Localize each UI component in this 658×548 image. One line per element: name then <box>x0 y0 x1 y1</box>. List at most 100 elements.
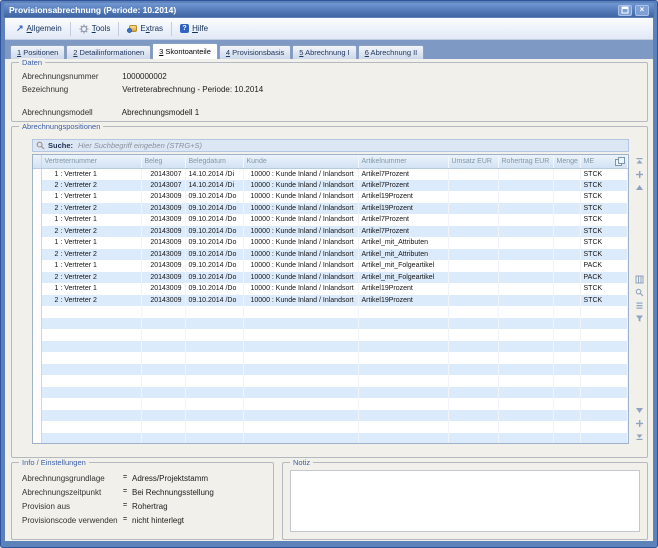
empty-table-row <box>33 329 628 341</box>
sum-button[interactable] <box>635 301 644 310</box>
menu-item-allgemein[interactable]: ↗Allgemein <box>9 21 69 36</box>
menu-item-label: Extras <box>140 24 163 33</box>
table-row[interactable]: 1 : Vertreter 12014300909.10.2014 /Do100… <box>33 283 628 295</box>
row-indicator <box>33 249 41 261</box>
restore-window-button[interactable] <box>618 5 632 16</box>
page-down-button[interactable] <box>635 419 644 428</box>
positions-table: VertreternummerBelegBelegdatumKundeArtik… <box>32 154 629 444</box>
cell-umsatz <box>448 237 498 249</box>
cell-kunde: 10000 : Kunde Inland / Inlandsort <box>243 191 358 203</box>
empty-table-row <box>33 306 628 318</box>
tab-1-positionen[interactable]: 1 Positionen <box>10 45 65 59</box>
grid-search-button[interactable] <box>635 288 644 297</box>
table-row[interactable]: 2 : Vertreter 22014300909.10.2014 /Do100… <box>33 272 628 284</box>
table-row[interactable]: 1 : Vertreter 12014300909.10.2014 /Do100… <box>33 214 628 226</box>
cell-umsatz <box>448 249 498 261</box>
menu-item-label: Hilfe <box>192 24 208 33</box>
menu-item-extras[interactable]: Extras <box>120 21 170 36</box>
table-row[interactable]: 1 : Vertreter 12014300909.10.2014 /Do100… <box>33 237 628 249</box>
cell-datum: 09.10.2014 /Do <box>185 237 243 249</box>
row-indicator <box>33 387 41 399</box>
cell-kunde: 10000 : Kunde Inland / Inlandsort <box>243 260 358 272</box>
empty-table-row <box>33 352 628 364</box>
field-label: Bezeichnung <box>22 85 120 94</box>
cell-artikel: Artikel19Prozent <box>358 295 448 307</box>
column-header-menge[interactable]: Menge <box>553 155 580 168</box>
tab-4-provisionsbasis[interactable]: 4 Provisionsbasis <box>219 45 291 59</box>
empty-table-row <box>33 341 628 353</box>
field-value: Abrechnungsmodell 1 <box>122 108 199 117</box>
column-header-beleg[interactable]: Beleg <box>141 155 185 168</box>
cell-me: STCK <box>580 226 628 238</box>
cell-kunde: 10000 : Kunde Inland / Inlandsort <box>243 237 358 249</box>
tab-3-skontoanteile[interactable]: 3 Skontoanteile <box>152 43 218 59</box>
menu-item-hilfe[interactable]: ?Hilfe <box>173 21 215 36</box>
cell-menge <box>553 260 580 272</box>
cell-rohertrag <box>498 168 553 180</box>
table-row[interactable]: 1 : Vertreter 12014300714.10.2014 /Di100… <box>33 168 628 180</box>
info-row-abrechnungszeitpunkt: Abrechnungszeitpunkt = Bei Rechnungsstel… <box>22 488 267 497</box>
bullet-icon: = <box>118 516 132 525</box>
table-row[interactable]: 1 : Vertreter 12014300909.10.2014 /Do100… <box>33 260 628 272</box>
close-window-button[interactable]: × <box>635 5 649 16</box>
column-header-rohertrag-eur[interactable]: Rohertrag EUR <box>498 155 553 168</box>
filter-button[interactable] <box>635 314 644 323</box>
columns-view-button[interactable] <box>635 275 644 284</box>
cell-beleg: 20143009 <box>141 237 185 249</box>
info-label: Provisionscode verwenden <box>22 516 118 525</box>
column-header-kunde[interactable]: Kunde <box>243 155 358 168</box>
gear-icon <box>79 24 89 34</box>
search-bar[interactable]: Suche: <box>32 139 629 152</box>
cell-me: STCK <box>580 191 628 203</box>
row-indicator <box>33 375 41 387</box>
column-header-umsatz-eur[interactable]: Umsatz EUR <box>448 155 498 168</box>
cell-umsatz <box>448 180 498 192</box>
table-row[interactable]: 2 : Vertreter 22014300909.10.2014 /Do100… <box>33 295 628 307</box>
tab-strip: 1 Positionen2 Detailinformationen3 Skont… <box>5 40 653 59</box>
table-row[interactable]: 2 : Vertreter 22014300909.10.2014 /Do100… <box>33 249 628 261</box>
cell-umsatz <box>448 295 498 307</box>
menu-item-label: Allgemein <box>27 24 62 33</box>
info-einstellungen-groupbox: Info / Einstellungen Abrechnungsgrundlag… <box>11 462 274 540</box>
row-indicator <box>33 329 41 341</box>
cell-umsatz <box>448 168 498 180</box>
table-row[interactable]: 1 : Vertreter 12014300909.10.2014 /Do100… <box>33 191 628 203</box>
column-header-artikelnummer[interactable]: Artikelnummer <box>358 155 448 168</box>
tab-5-abrechnung-i[interactable]: 5 Abrechnung I <box>292 45 356 59</box>
table-row[interactable]: 2 : Vertreter 22014300909.10.2014 /Do100… <box>33 226 628 238</box>
cell-rohertrag <box>498 237 553 249</box>
column-header-belegdatum[interactable]: Belegdatum <box>185 155 243 168</box>
scroll-up-button[interactable] <box>635 183 644 192</box>
daten-legend: Daten <box>19 58 45 67</box>
menu-separator <box>171 22 172 36</box>
search-input[interactable] <box>78 141 625 150</box>
scroll-to-top-button[interactable] <box>635 157 644 166</box>
cell-vertreter: 2 : Vertreter 2 <box>41 272 141 284</box>
cell-me: STCK <box>580 283 628 295</box>
menu-item-label: Tools <box>92 24 111 33</box>
scroll-down-button[interactable] <box>635 406 644 415</box>
info-label: Provision aus <box>22 502 118 511</box>
column-header-vertreternummer[interactable]: Vertreternummer <box>41 155 141 168</box>
notiz-groupbox: Notiz <box>282 462 648 540</box>
row-indicator <box>33 341 41 353</box>
menu-item-tools[interactable]: Tools <box>72 21 118 37</box>
cell-me: PACK <box>580 260 628 272</box>
empty-table-row <box>33 410 628 422</box>
cell-artikel: Artikel19Prozent <box>358 191 448 203</box>
tab-2-detailinformationen[interactable]: 2 Detailinformationen <box>66 45 151 59</box>
info-value: Bei Rechnungsstellung <box>132 488 267 497</box>
cell-datum: 14.10.2014 /Di <box>185 168 243 180</box>
row-indicator <box>33 214 41 226</box>
notiz-textarea[interactable] <box>290 470 640 532</box>
column-chooser-button[interactable] <box>613 156 626 167</box>
menu-separator <box>70 22 71 36</box>
cell-rohertrag <box>498 260 553 272</box>
table-row[interactable]: 2 : Vertreter 22014300714.10.2014 /Di100… <box>33 180 628 192</box>
cell-kunde: 10000 : Kunde Inland / Inlandsort <box>243 249 358 261</box>
table-row[interactable]: 2 : Vertreter 22014300909.10.2014 /Do100… <box>33 203 628 215</box>
page-up-button[interactable] <box>635 170 644 179</box>
cell-vertreter: 1 : Vertreter 1 <box>41 214 141 226</box>
scroll-to-bottom-button[interactable] <box>635 432 644 441</box>
tab-6-abrechnung-ii[interactable]: 6 Abrechnung II <box>358 45 425 59</box>
